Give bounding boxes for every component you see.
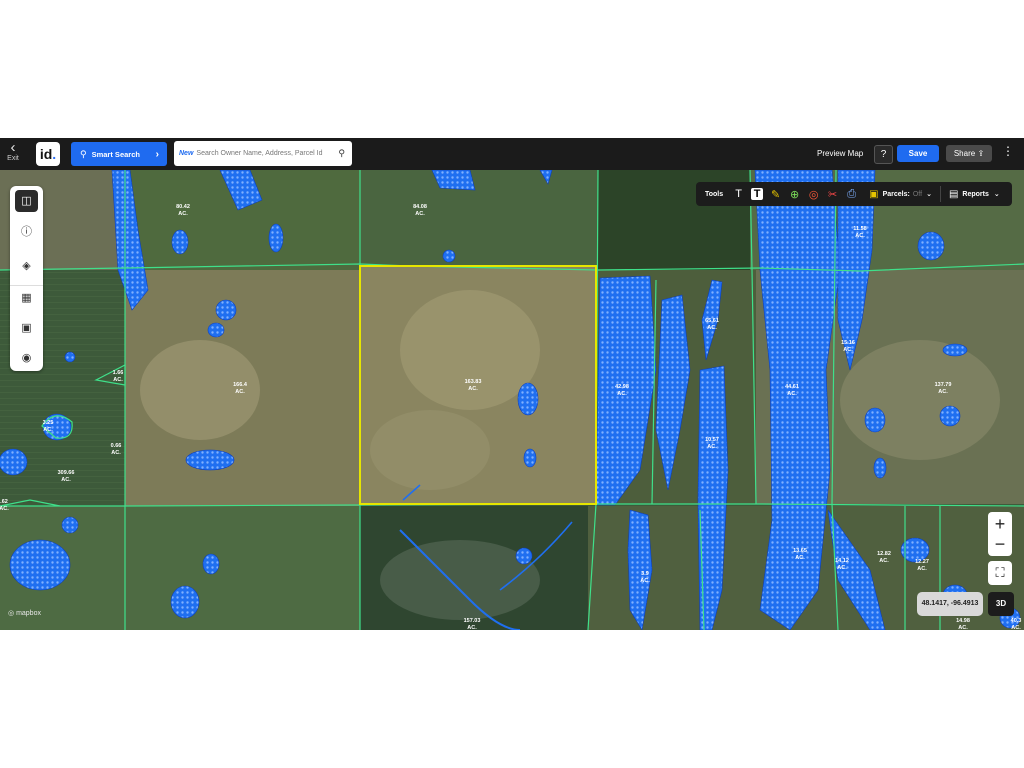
chevron-left-icon: ‹ xyxy=(10,139,16,156)
location-icon[interactable]: ◉ xyxy=(15,347,38,369)
zoom-out-button[interactable]: − xyxy=(988,532,1012,556)
reports-label: Reports xyxy=(962,190,989,198)
wetland xyxy=(942,343,968,357)
map-canvas[interactable]: 80.42 AC. 84.08 AC. 11.58 AC. 65.61 AC. 15.16 AC.… xyxy=(0,170,1024,630)
wetland xyxy=(61,516,79,534)
globe-icon[interactable]: ⊕ xyxy=(785,188,804,201)
search-input[interactable]: New Search Owner Name, Address, Parcel I… xyxy=(174,141,352,166)
share-icon: ⇪ xyxy=(977,149,985,158)
save-button[interactable]: Save xyxy=(897,145,939,162)
mapbox-text: mapbox xyxy=(16,610,41,617)
left-toolbar: ◫ ⓘ ◈ ▦ ▣ ◉ xyxy=(10,186,43,371)
mapbox-logo-icon: ◎ xyxy=(8,610,15,617)
field-n2 xyxy=(360,170,598,267)
circle-icon[interactable]: ◎ xyxy=(804,188,823,201)
exit-label: Exit xyxy=(7,155,19,162)
3d-toggle-button[interactable]: 3D xyxy=(988,592,1014,616)
wetland xyxy=(0,448,28,476)
share-button[interactable]: Share ⇪ xyxy=(946,145,992,162)
parcels-toggle[interactable]: ▣ Parcels: Off ⌄ xyxy=(869,189,932,200)
logo-dot: . xyxy=(52,146,57,162)
toolbar-divider xyxy=(939,186,941,202)
wetland xyxy=(202,553,220,575)
printer-icon[interactable]: ⎙ xyxy=(842,188,861,201)
top-bar: ‹ Exit id. ⚲ Smart Search › New Search O… xyxy=(0,138,1024,170)
parcels-state: Off xyxy=(912,190,923,198)
map-tools-bar: Tools T T ✎ ⊕ ◎ ✂ ⎙ ▣ Parcels: Off ⌄ ▤ R… xyxy=(696,182,1012,206)
wetland xyxy=(170,585,200,619)
mapbox-attribution[interactable]: ◎ mapbox xyxy=(8,609,41,617)
acreage-label: 3.25 AC. xyxy=(43,420,54,433)
wetland xyxy=(939,405,961,427)
logo-text: id xyxy=(39,146,53,162)
chevron-right-icon: › xyxy=(155,148,159,160)
fullscreen-icon[interactable]: ⛶ xyxy=(988,561,1012,585)
wetland xyxy=(917,231,945,261)
tools-label: Tools xyxy=(705,190,724,198)
info-icon[interactable]: ⓘ xyxy=(15,221,38,243)
buildings-icon[interactable]: ▦ xyxy=(15,287,38,309)
ruler-icon[interactable]: ✎ xyxy=(766,188,785,201)
parcels-label: Parcels: xyxy=(882,190,910,198)
field-patch xyxy=(380,540,540,620)
wetland xyxy=(215,299,237,321)
acreage-label: 3.9 AC. xyxy=(640,571,650,584)
toolbar-divider xyxy=(10,285,43,286)
smart-search-button[interactable]: ⚲ Smart Search › xyxy=(71,142,167,166)
image-icon[interactable]: ▣ xyxy=(15,317,38,339)
wetland xyxy=(523,448,537,468)
layers-icon[interactable]: ◈ xyxy=(15,255,38,277)
scissors-icon[interactable]: ✂ xyxy=(823,188,842,201)
wetland xyxy=(64,351,76,363)
reports-button[interactable]: ▤ Reports ⌄ xyxy=(949,189,1000,200)
text-icon[interactable]: T xyxy=(729,188,748,200)
chevron-down-icon: ⌄ xyxy=(926,191,932,198)
chevron-down-icon: ⌄ xyxy=(993,191,1000,198)
field-patch xyxy=(840,340,1000,460)
wetland xyxy=(171,229,189,255)
wetland xyxy=(185,449,235,471)
parcels-icon: ▣ xyxy=(869,188,879,200)
wetland xyxy=(517,382,539,416)
wetland xyxy=(442,249,456,263)
field-patch xyxy=(370,410,490,490)
wetland xyxy=(268,223,284,253)
sidebar-toggle-icon[interactable]: ◫ xyxy=(15,190,38,212)
logo[interactable]: id. xyxy=(36,142,60,166)
acreage-label: 0.66 AC. xyxy=(111,443,122,456)
preview-map-button[interactable]: Preview Map xyxy=(817,149,863,158)
search-placeholder: Search Owner Name, Address, Parcel Id xyxy=(196,150,323,157)
acreage-label: 11.58 AC. xyxy=(853,226,866,239)
wetland xyxy=(9,539,71,591)
acreage-label: .62 AC. xyxy=(0,499,9,512)
reports-icon: ▤ xyxy=(948,188,959,200)
app-window: ‹ Exit id. ⚲ Smart Search › New Search O… xyxy=(0,138,1024,630)
search-icon[interactable]: ⚲ xyxy=(338,148,345,159)
wetland xyxy=(515,547,533,565)
acreage-label: 1.66 AC. xyxy=(113,370,124,383)
wetland xyxy=(207,322,225,338)
search-icon: ⚲ xyxy=(80,148,87,159)
exit-button[interactable]: ‹ Exit xyxy=(4,139,22,162)
help-button[interactable]: ? xyxy=(874,145,893,164)
share-label: Share xyxy=(953,149,976,158)
coordinates-readout: 48.1417, -96.4913 xyxy=(917,592,983,616)
new-badge: New xyxy=(179,150,194,157)
wetland xyxy=(873,457,887,479)
smart-search-label: Smart Search xyxy=(91,149,140,159)
wetland xyxy=(864,407,886,433)
text-box-icon[interactable]: T xyxy=(751,188,764,200)
more-menu-icon[interactable]: ⋮ xyxy=(1002,144,1014,158)
